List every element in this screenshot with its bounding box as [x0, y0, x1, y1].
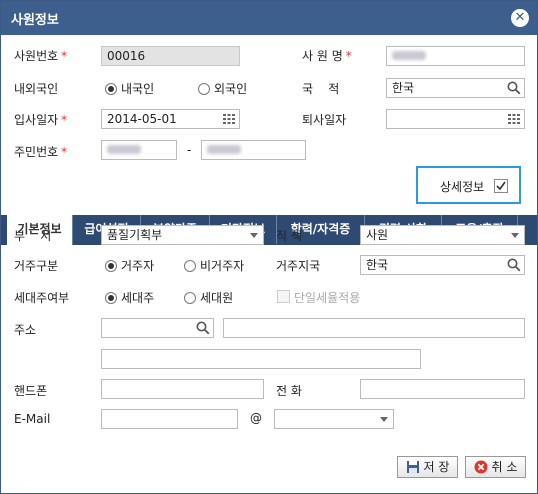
hire-date-value: 2014-05-01 [107, 112, 177, 126]
employee-info-dialog: 사원정보 ✕ 사원번호 * 00016 사 원 명 * 내외국인 내국인 외국인 국… [0, 0, 538, 494]
radio-selected-icon [105, 259, 117, 272]
household-label: 세대주여부 [14, 291, 70, 305]
domestic-radio[interactable]: 내국인 [105, 80, 154, 97]
radio-selected-icon [105, 82, 117, 95]
chevron-down-icon [250, 233, 258, 238]
residency-region-label: 거주지국 [276, 259, 321, 273]
position-select[interactable]: 사원 [360, 225, 525, 245]
household-head-radio[interactable]: 세대주 [105, 289, 154, 306]
email-at-sign: @ [250, 411, 262, 425]
resident-no-label: 주민번호 * [14, 145, 68, 159]
resident-no-front-field[interactable] [101, 140, 177, 160]
hire-date-label: 입사일자 * [14, 113, 68, 127]
cancel-icon [474, 460, 488, 474]
emp-name-field[interactable] [386, 46, 525, 66]
emp-no-field: 00016 [101, 46, 240, 66]
mobile-label: 핸드폰 [14, 384, 48, 398]
household-member-label: 세대원 [200, 291, 234, 305]
calendar-icon[interactable] [507, 112, 521, 126]
form-panel: 사원번호 * 00016 사 원 명 * 내외국인 내국인 외국인 국 적 한국 입… [1, 35, 537, 493]
detail-info-button[interactable]: 상세정보 [416, 166, 521, 204]
foreign-radio[interactable]: 외국인 [198, 80, 247, 97]
email-label: E-Mail [14, 412, 51, 426]
radio-unselected-icon [198, 82, 210, 95]
nonresident-radio-label: 비거주자 [200, 259, 245, 273]
resident-radio-label: 거주자 [121, 259, 155, 273]
zipcode-field[interactable] [101, 318, 214, 338]
close-icon[interactable]: ✕ [511, 9, 529, 27]
dept-value: 품질기획부 [107, 228, 163, 242]
country-label: 국 적 [302, 82, 340, 96]
phone-label: 전 화 [276, 384, 302, 398]
email-domain-select[interactable] [274, 409, 394, 429]
detail-info-label: 상세정보 [440, 180, 485, 194]
country-field[interactable]: 한국 [386, 78, 525, 98]
radio-selected-icon [105, 291, 117, 304]
search-icon[interactable] [507, 81, 521, 95]
resident-radio[interactable]: 거주자 [105, 257, 154, 274]
dept-label: 부 서 [14, 229, 52, 243]
domestic-radio-label: 내국인 [121, 82, 155, 96]
cancel-button[interactable]: 취 소 [465, 456, 526, 478]
email-id-field[interactable] [101, 409, 238, 429]
search-icon[interactable] [507, 258, 521, 272]
position-label: 직 책 [276, 229, 302, 243]
search-icon[interactable] [196, 321, 210, 335]
chevron-down-icon [380, 417, 388, 422]
dept-select[interactable]: 품질기획부 [101, 225, 264, 245]
calendar-icon[interactable] [222, 112, 236, 126]
foreign-radio-label: 외국인 [214, 82, 248, 96]
resident-no-separator: - [187, 143, 192, 157]
residency-region-field[interactable]: 한국 [360, 255, 525, 275]
nationality-label: 내외국인 [14, 82, 59, 96]
floppy-disk-icon [406, 461, 419, 473]
mobile-field[interactable] [101, 379, 264, 399]
save-label: 저 장 [423, 460, 450, 474]
address-line1-field[interactable] [223, 318, 525, 338]
title-bar: 사원정보 ✕ [1, 1, 537, 35]
chevron-down-icon [511, 233, 519, 238]
radio-unselected-icon [184, 291, 196, 304]
window-title: 사원정보 [11, 13, 59, 28]
leave-date-label: 퇴사일자 [302, 113, 347, 127]
emp-name-label: 사 원 명 * [302, 49, 352, 63]
residency-region-value: 한국 [366, 258, 389, 272]
country-value: 한국 [392, 81, 415, 95]
emp-no-label: 사원번호 * [14, 49, 68, 63]
single-tax-label: 단일세율적용 [294, 291, 361, 305]
nonresident-radio[interactable]: 비거주자 [184, 257, 244, 274]
hire-date-field[interactable]: 2014-05-01 [101, 109, 240, 129]
phone-field[interactable] [360, 379, 525, 399]
leave-date-field[interactable] [386, 109, 525, 129]
resident-no-back-field[interactable] [201, 140, 306, 160]
address-label: 주소 [14, 323, 37, 337]
checkbox-checked-icon [494, 179, 508, 193]
single-tax-checkbox[interactable] [277, 290, 290, 303]
position-value: 사원 [366, 228, 389, 242]
residency-label: 거주구분 [14, 259, 59, 273]
household-head-label: 세대주 [121, 291, 155, 305]
radio-unselected-icon [184, 259, 196, 272]
save-button[interactable]: 저 장 [397, 456, 458, 478]
cancel-label: 취 소 [491, 460, 518, 474]
address-line2-field[interactable] [101, 349, 421, 369]
household-member-radio[interactable]: 세대원 [184, 289, 233, 306]
